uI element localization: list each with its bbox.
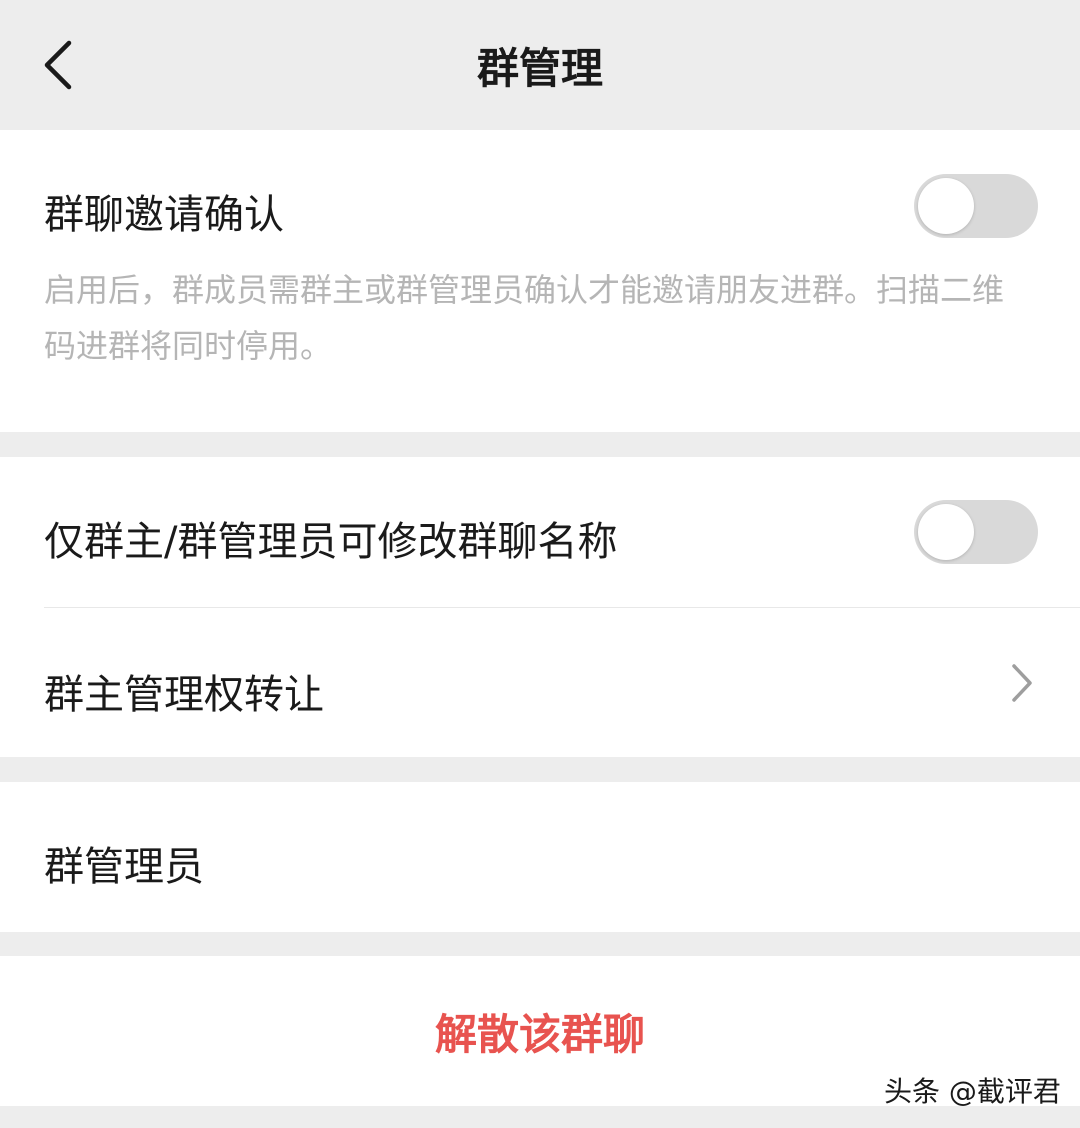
page-title: 群管理	[476, 43, 603, 93]
navigation-bar: 群管理	[0, 0, 1080, 130]
toggle-knob	[918, 504, 974, 560]
back-button[interactable]	[28, 30, 88, 100]
invite-confirm-description: 启用后，群成员需群主或群管理员确认才能邀请朋友进群。扫描二维码进群将同时停用。	[44, 271, 1005, 365]
transfer-owner-row[interactable]: 群主管理权转让	[0, 608, 1080, 757]
toggle-knob	[918, 178, 974, 234]
rename-permission-label: 仅群主/群管理员可修改群聊名称	[44, 519, 618, 565]
invite-confirm-card: 群聊邀请确认 启用后，群成员需群主或群管理员确认才能邀请朋友进群。扫描二维码进群…	[0, 130, 1080, 432]
transfer-owner-label: 群主管理权转让	[44, 672, 324, 718]
watermark-text: 头条 @截评君	[884, 1075, 1061, 1108]
invite-confirm-toggle[interactable]	[914, 174, 1038, 238]
invite-confirm-label: 群聊邀请确认	[44, 192, 284, 238]
admins-label: 群管理员	[44, 844, 204, 890]
permission-card: 仅群主/群管理员可修改群聊名称 群主管理权转让	[0, 457, 1080, 757]
chevron-left-icon	[44, 40, 72, 90]
chevron-right-icon	[1012, 664, 1032, 702]
rename-permission-toggle[interactable]	[914, 500, 1038, 564]
admins-card[interactable]: 群管理员	[0, 782, 1080, 932]
